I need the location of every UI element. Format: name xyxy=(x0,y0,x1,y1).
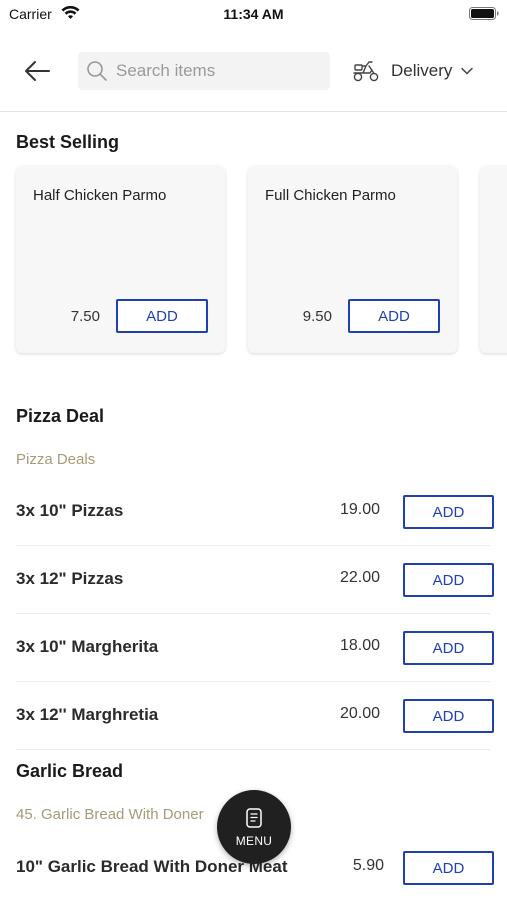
delivery-label: Delivery xyxy=(391,61,453,80)
chevron-down-icon xyxy=(461,67,474,75)
menu-item-row[interactable]: 3x 12" Pizzas 22.00 ADD xyxy=(16,546,494,614)
item-name: 3x 10" Margherita xyxy=(16,637,159,656)
card-item-price: 9.50 xyxy=(302,308,332,325)
item-name: 3x 12'' Marghretia xyxy=(16,705,159,724)
add-button[interactable]: ADD xyxy=(348,299,440,333)
header: Delivery xyxy=(0,40,507,112)
pizza-deal-title: Pizza Deal xyxy=(16,406,105,426)
add-button[interactable]: ADD xyxy=(403,495,494,529)
card-item-name: Half Chicken Parmo xyxy=(33,187,167,204)
back-button[interactable] xyxy=(18,56,56,86)
clock: 11:34 AM xyxy=(223,6,284,22)
search-icon xyxy=(87,61,107,81)
add-button[interactable]: ADD xyxy=(403,563,494,597)
status-bar: Carrier 11:34 AM xyxy=(0,0,507,28)
item-price: 18.00 xyxy=(339,637,380,654)
category-label: Pizza Deals xyxy=(16,451,96,468)
garlic-bread-title: Garlic Bread xyxy=(16,761,124,781)
menu-item-row[interactable]: 3x 12'' Marghretia 20.00 ADD xyxy=(16,682,494,750)
menu-label: MENU xyxy=(235,834,273,848)
menu-button[interactable]: MENU xyxy=(217,790,291,864)
add-button[interactable]: ADD xyxy=(116,299,208,333)
card-item-name: Full Chicken Parmo xyxy=(265,187,396,204)
add-button[interactable]: ADD xyxy=(403,851,494,885)
menu-book-icon xyxy=(246,808,262,828)
menu-item-row[interactable]: 3x 10" Margherita 18.00 ADD xyxy=(16,614,494,682)
item-name: 3x 12" Pizzas xyxy=(16,569,124,588)
best-selling-card[interactable]: Half Chicken Parmo 7.50 ADD xyxy=(16,166,225,353)
item-price: 22.00 xyxy=(339,569,380,586)
search-box[interactable] xyxy=(78,52,330,90)
item-name: 3x 10" Pizzas xyxy=(16,501,124,520)
menu-item-row[interactable]: 3x 10" Pizzas 19.00 ADD xyxy=(16,478,494,546)
search-input[interactable] xyxy=(116,61,316,81)
add-button[interactable]: ADD xyxy=(403,699,494,733)
best-selling-card-partial[interactable] xyxy=(480,166,507,353)
battery-icon xyxy=(469,7,499,20)
add-button[interactable]: ADD xyxy=(403,631,494,665)
category-label: 45. Garlic Bread With Doner xyxy=(16,806,204,823)
item-price: 5.90 xyxy=(352,857,384,874)
scooter-icon xyxy=(353,61,379,82)
best-selling-card[interactable]: Full Chicken Parmo 9.50 ADD xyxy=(248,166,457,353)
best-selling-title: Best Selling xyxy=(16,132,120,152)
delivery-mode-selector[interactable]: Delivery xyxy=(352,58,474,84)
item-price: 19.00 xyxy=(339,501,380,518)
arrow-left-icon xyxy=(25,61,50,81)
item-price: 20.00 xyxy=(339,705,380,722)
card-item-price: 7.50 xyxy=(70,308,100,325)
